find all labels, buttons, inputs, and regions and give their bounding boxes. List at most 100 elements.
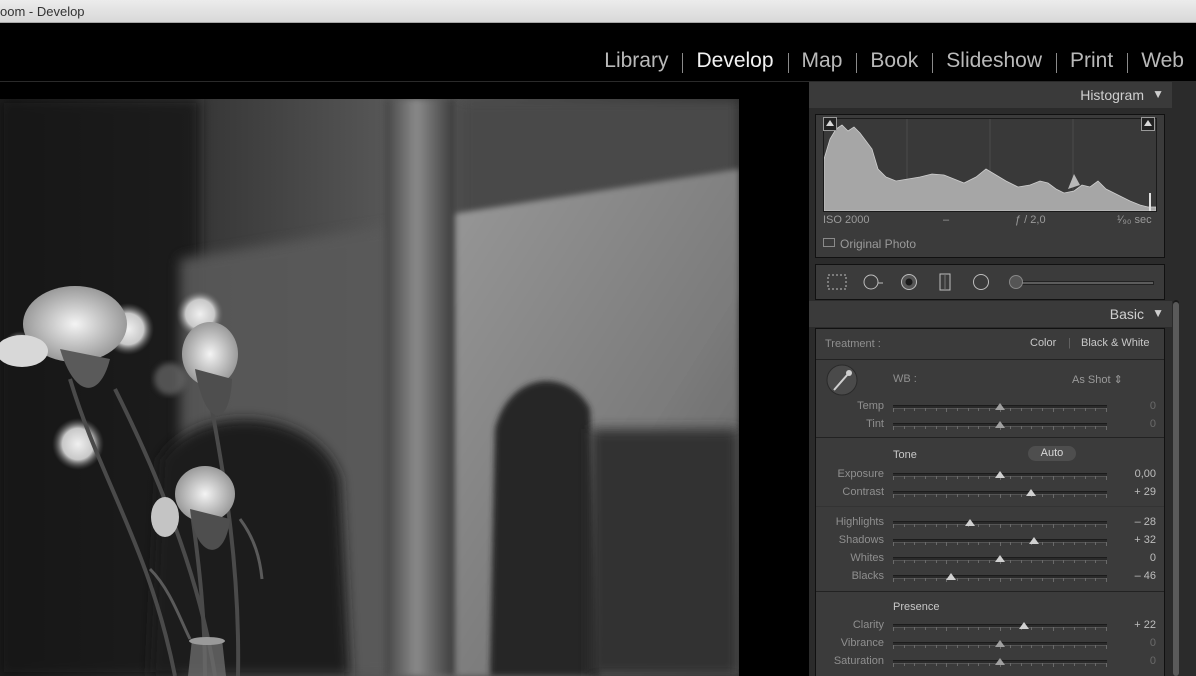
- saturation-slider[interactable]: [893, 658, 1107, 667]
- slider-tick: [936, 560, 937, 563]
- blacks-value[interactable]: – 46: [1116, 570, 1156, 582]
- basic-header[interactable]: Basic ▼: [809, 301, 1172, 327]
- histogram-graph[interactable]: [823, 118, 1157, 212]
- slider-tick: [957, 542, 958, 545]
- crop-overlay-icon[interactable]: [826, 273, 848, 291]
- blacks-slider-thumb[interactable]: [946, 573, 956, 580]
- collapse-triangle-icon[interactable]: ▼: [1152, 306, 1164, 320]
- clarity-slider-thumb[interactable]: [1019, 622, 1029, 629]
- tint-slider-thumb[interactable]: [995, 421, 1005, 428]
- slider-tick: [914, 663, 915, 666]
- slider-tick: [904, 542, 905, 545]
- slider-tick: [1063, 645, 1064, 648]
- wb-preset-select[interactable]: As Shot ⇕: [1072, 373, 1123, 386]
- module-map[interactable]: Map: [787, 49, 857, 73]
- saturation-value[interactable]: 0: [1116, 655, 1156, 667]
- slider-tick: [957, 578, 958, 581]
- slider-tick: [1000, 542, 1001, 546]
- module-web[interactable]: Web: [1127, 49, 1196, 73]
- exposure-slider[interactable]: [893, 471, 1107, 480]
- contrast-slider[interactable]: [893, 489, 1107, 498]
- highlights-slider-thumb[interactable]: [965, 519, 975, 526]
- slider-tick: [989, 560, 990, 563]
- module-book[interactable]: Book: [856, 49, 932, 73]
- whites-label: Whites: [850, 552, 884, 564]
- vibrance-value[interactable]: 0: [1116, 637, 1156, 649]
- slider-tick: [957, 494, 958, 497]
- original-photo-toggle[interactable]: Original Photo: [823, 237, 916, 251]
- vibrance-slider-thumb[interactable]: [995, 640, 1005, 647]
- slider-tick: [989, 542, 990, 545]
- slider-tick: [904, 494, 905, 497]
- photo-preview-image[interactable]: [0, 99, 739, 676]
- adjustment-brush-slider-track[interactable]: [1012, 281, 1154, 285]
- histogram-header[interactable]: Histogram ▼: [809, 82, 1172, 108]
- temp-value[interactable]: 0: [1116, 400, 1156, 412]
- tint-slider[interactable]: [893, 421, 1107, 430]
- slider-tick: [1031, 645, 1032, 648]
- contrast-value[interactable]: + 29: [1116, 486, 1156, 498]
- shadows-value[interactable]: + 32: [1116, 534, 1156, 546]
- slider-tick: [1010, 494, 1011, 497]
- original-photo-checkbox-icon[interactable]: [823, 238, 835, 247]
- panel-scrollbar-thumb[interactable]: [1173, 302, 1179, 676]
- slider-tick: [1095, 524, 1096, 527]
- red-eye-icon[interactable]: [898, 273, 920, 291]
- slider-tick: [1074, 627, 1075, 630]
- photo-preview-area[interactable]: [0, 82, 808, 676]
- slider-tick: [1095, 645, 1096, 648]
- slider-tick: [914, 494, 915, 497]
- temp-slider[interactable]: [893, 403, 1107, 412]
- highlights-value[interactable]: – 28: [1116, 516, 1156, 528]
- slider-tick: [946, 426, 947, 430]
- graduated-filter-icon[interactable]: [934, 273, 956, 291]
- slider-tick: [936, 542, 937, 545]
- shadows-slider-thumb[interactable]: [1029, 537, 1039, 544]
- slider-tick: [1053, 408, 1054, 412]
- slider-tick: [978, 524, 979, 527]
- slider-tick: [1063, 663, 1064, 666]
- whites-slider[interactable]: [893, 555, 1107, 564]
- wb-label: WB :: [893, 373, 917, 385]
- slider-tick: [957, 524, 958, 527]
- shadow-clipping-indicator[interactable]: [823, 117, 837, 131]
- highlight-clipping-indicator[interactable]: [1141, 117, 1155, 131]
- slider-tick: [893, 627, 894, 631]
- treatment-color-option[interactable]: Color: [1030, 337, 1056, 349]
- highlights-slider[interactable]: [893, 519, 1107, 528]
- collapse-triangle-icon[interactable]: ▼: [1152, 87, 1164, 101]
- slider-tick: [946, 627, 947, 631]
- module-library[interactable]: Library: [590, 49, 682, 73]
- treatment-bw-option[interactable]: Black & White: [1081, 337, 1149, 349]
- temp-slider-thumb[interactable]: [995, 403, 1005, 410]
- module-slideshow[interactable]: Slideshow: [932, 49, 1056, 73]
- clarity-label: Clarity: [852, 619, 884, 631]
- whites-slider-thumb[interactable]: [995, 555, 1005, 562]
- vibrance-slider[interactable]: [893, 640, 1107, 649]
- saturation-slider-thumb[interactable]: [995, 658, 1005, 665]
- contrast-slider-thumb[interactable]: [1026, 489, 1036, 496]
- auto-tone-button[interactable]: Auto: [1028, 446, 1076, 461]
- clarity-value[interactable]: + 22: [1116, 619, 1156, 631]
- module-develop[interactable]: Develop: [682, 49, 787, 73]
- exposure-value[interactable]: 0,00: [1116, 468, 1156, 480]
- slider-tick: [978, 663, 979, 666]
- spot-removal-icon[interactable]: [862, 273, 884, 291]
- slider-tick: [989, 476, 990, 479]
- radial-filter-icon[interactable]: [970, 273, 992, 291]
- blacks-slider[interactable]: [893, 573, 1107, 582]
- exposure-slider-thumb[interactable]: [995, 471, 1005, 478]
- slider-tick: [893, 476, 894, 480]
- tint-value[interactable]: 0: [1116, 418, 1156, 430]
- slider-tick: [914, 560, 915, 563]
- adjustment-brush-icon[interactable]: [1009, 275, 1023, 289]
- shadows-slider[interactable]: [893, 537, 1107, 546]
- white-balance-eyedropper-icon[interactable]: [826, 364, 858, 396]
- slider-tick: [914, 578, 915, 581]
- exif-shutter: ¹⁄₉₀ sec: [1117, 214, 1152, 226]
- slider-tick: [1031, 476, 1032, 479]
- slider-tick: [914, 645, 915, 648]
- whites-value[interactable]: 0: [1116, 552, 1156, 564]
- clarity-slider[interactable]: [893, 622, 1107, 631]
- module-print[interactable]: Print: [1056, 49, 1127, 73]
